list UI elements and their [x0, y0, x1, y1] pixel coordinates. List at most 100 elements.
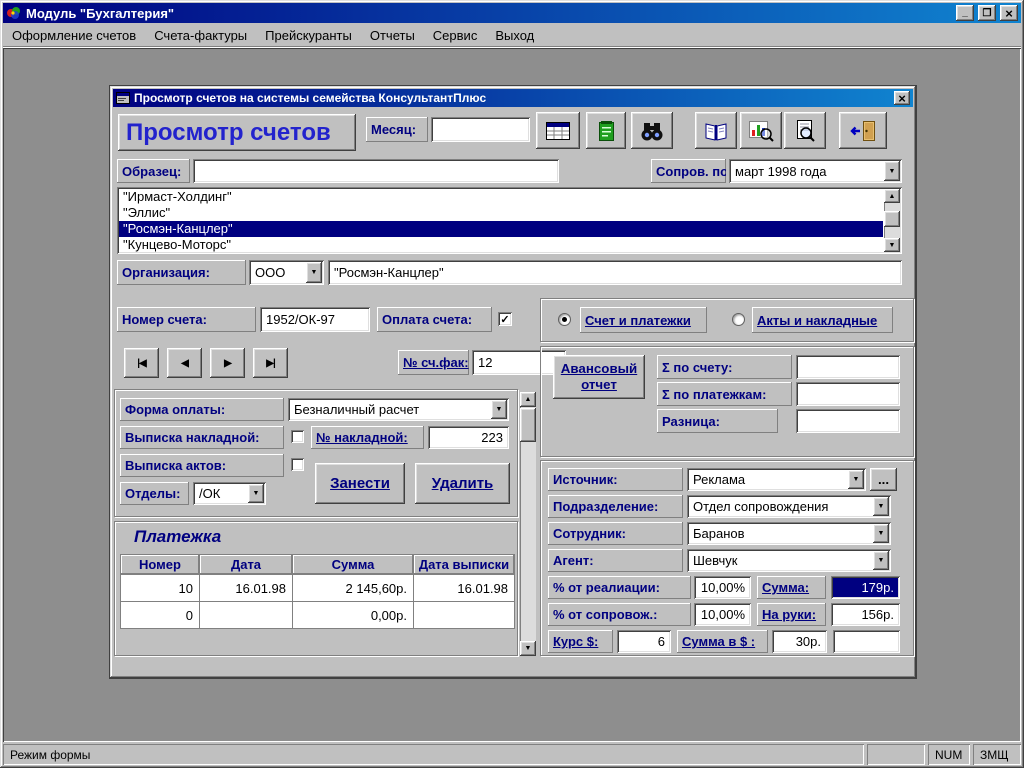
sum-by-payments-field[interactable] [796, 382, 900, 406]
source-dropdown-icon[interactable]: ▼ [848, 470, 864, 489]
subform-scroll-thumb[interactable] [520, 408, 536, 442]
naklnum-field[interactable]: 223 [428, 426, 509, 449]
subform-scrollbar[interactable]: ▲ ▼ [520, 392, 536, 656]
radio-acts-invoices[interactable] [732, 313, 745, 326]
paid-checkbox[interactable]: ✓ [498, 312, 512, 326]
employee-dropdown-icon[interactable]: ▼ [873, 524, 889, 543]
minimize-button[interactable]: _ [956, 5, 974, 21]
form-titlebar: Просмотр счетов на системы семейства Кон… [113, 89, 913, 107]
notepad-icon [595, 119, 617, 143]
radio-acts-invoices-label[interactable]: Акты и накладные [752, 307, 893, 333]
org-type-value: ООО [255, 265, 285, 280]
sample-field[interactable] [193, 159, 559, 183]
mdi-workspace: Просмотр счетов на системы семейства Кон… [3, 48, 1021, 742]
department-dropdown-icon[interactable]: ▼ [873, 497, 889, 516]
sum-by-invoice-label: Σ по счету: [657, 355, 792, 379]
column-header: Дата [200, 555, 292, 574]
otdely-combobox[interactable]: /ОК ▼ [193, 482, 266, 505]
table-cell[interactable] [414, 602, 514, 628]
status-panel [867, 744, 925, 765]
table-cell[interactable]: 2 145,60р. [293, 575, 413, 601]
table-cell[interactable]: 0,00р. [293, 602, 413, 628]
org-type-dropdown-icon[interactable]: ▼ [306, 262, 322, 283]
preview-button[interactable] [784, 112, 826, 149]
udalit-button[interactable]: Удалить [415, 463, 510, 504]
payform-dropdown-icon[interactable]: ▼ [491, 400, 507, 419]
list-item[interactable]: "Эллис" [119, 205, 883, 221]
employee-combobox[interactable]: Баранов ▼ [687, 522, 891, 545]
source-value: Реклама [693, 472, 745, 487]
list-scrollbar[interactable]: ▲ ▼ [884, 189, 900, 252]
menu-pricelists[interactable]: Прейскуранты [256, 26, 361, 46]
menu-reports[interactable]: Отчеты [361, 26, 424, 46]
soprov-dropdown-icon[interactable]: ▼ [884, 161, 900, 181]
print-preview-icon [793, 119, 817, 143]
scroll-down-icon[interactable]: ▼ [884, 238, 900, 252]
maximize-button[interactable]: ❐ [978, 5, 996, 21]
scroll-thumb[interactable] [884, 211, 900, 227]
nav-first-button[interactable]: |◀ [124, 348, 159, 378]
application-window: Модуль "Бухгалтерия" _ ❐ × Оформление сч… [0, 0, 1024, 768]
form-close-button[interactable]: × [894, 91, 910, 105]
usd-extra-field[interactable] [833, 630, 900, 653]
nav-prev-button[interactable]: ◀ [167, 348, 202, 378]
organization-listbox: "Ирмаст-Холдинг" "Эллис" "Росмэн-Канцлер… [117, 187, 902, 254]
notepad-button[interactable] [586, 112, 626, 149]
addressbook-button[interactable] [695, 112, 737, 149]
source-combobox[interactable]: Реклама ▼ [687, 468, 866, 491]
department-combobox[interactable]: Отдел сопровождения ▼ [687, 495, 891, 518]
vaktov-checkbox[interactable] [291, 458, 304, 471]
agent-dropdown-icon[interactable]: ▼ [873, 551, 889, 570]
payform-combobox[interactable]: Безналичный расчет ▼ [288, 398, 509, 421]
payform-value: Безналичный расчет [294, 402, 419, 417]
table-cell[interactable]: 10 [121, 575, 199, 601]
radio-invoices-payments[interactable] [558, 313, 571, 326]
vnakl-checkbox[interactable] [291, 430, 304, 443]
datasheet-button[interactable] [536, 112, 580, 149]
pct-support-field[interactable]: 10,00% [694, 603, 751, 626]
form-heading: Просмотр счетов [118, 114, 356, 151]
naruki-field[interactable]: 156р. [831, 603, 900, 626]
find-button[interactable] [631, 112, 673, 149]
usd-sum-field[interactable]: 30р. [772, 630, 827, 653]
list-item[interactable]: "Ирмаст-Холдинг" [119, 189, 883, 205]
nav-last-button[interactable]: ▶| [253, 348, 288, 378]
subform-scroll-up-icon[interactable]: ▲ [520, 392, 536, 407]
menu-invoices-factures[interactable]: Счета-фактуры [145, 26, 256, 46]
difference-label: Разница: [657, 409, 778, 433]
table-cell[interactable] [200, 602, 292, 628]
status-mode: Режим формы [3, 744, 864, 765]
org-type-combobox[interactable]: ООО ▼ [249, 260, 324, 285]
close-button[interactable]: × [1000, 5, 1018, 21]
soprov-combobox[interactable]: март 1998 года ▼ [729, 159, 902, 183]
sum-by-invoice-field[interactable] [796, 355, 900, 379]
menu-exit[interactable]: Выход [486, 26, 543, 46]
month-field[interactable] [431, 117, 530, 142]
list-item-selected[interactable]: "Росмэн-Канцлер" [119, 221, 883, 237]
nav-next-button[interactable]: ▶ [210, 348, 245, 378]
list-item[interactable]: "Кунцево-Моторс" [119, 237, 883, 253]
menu-service[interactable]: Сервис [424, 26, 487, 46]
org-name-field[interactable]: "Росмэн-Канцлер" [328, 260, 902, 285]
table-cell[interactable]: 0 [121, 602, 199, 628]
otdely-dropdown-icon[interactable]: ▼ [248, 484, 264, 503]
source-ellipsis-button[interactable]: ... [870, 468, 897, 491]
table-cell[interactable]: 16.01.98 [200, 575, 292, 601]
zanesti-button[interactable]: Занести [315, 463, 405, 504]
radio-invoices-payments-label[interactable]: Счет и платежки [580, 307, 707, 333]
agent-combobox[interactable]: Шевчук ▼ [687, 549, 891, 572]
subform-scroll-down-icon[interactable]: ▼ [520, 641, 536, 656]
pct-realization-field[interactable]: 10,00% [694, 576, 751, 599]
kurs-field[interactable]: 6 [617, 630, 671, 653]
chart-button[interactable] [740, 112, 782, 149]
table-cell[interactable]: 16.01.98 [414, 575, 514, 601]
avans-report-button[interactable]: Авансовый отчет [553, 355, 645, 399]
soprov-label: Сопров. по: [651, 159, 726, 183]
summa-field[interactable]: 179р. [831, 576, 900, 599]
exit-button[interactable] [839, 112, 887, 149]
department-value: Отдел сопровождения [693, 499, 828, 514]
menu-invoice-processing[interactable]: Оформление счетов [3, 26, 145, 46]
difference-field[interactable] [796, 409, 900, 433]
invoice-number-field[interactable]: 1952/ОК-97 [260, 307, 370, 332]
scroll-up-icon[interactable]: ▲ [884, 189, 900, 203]
